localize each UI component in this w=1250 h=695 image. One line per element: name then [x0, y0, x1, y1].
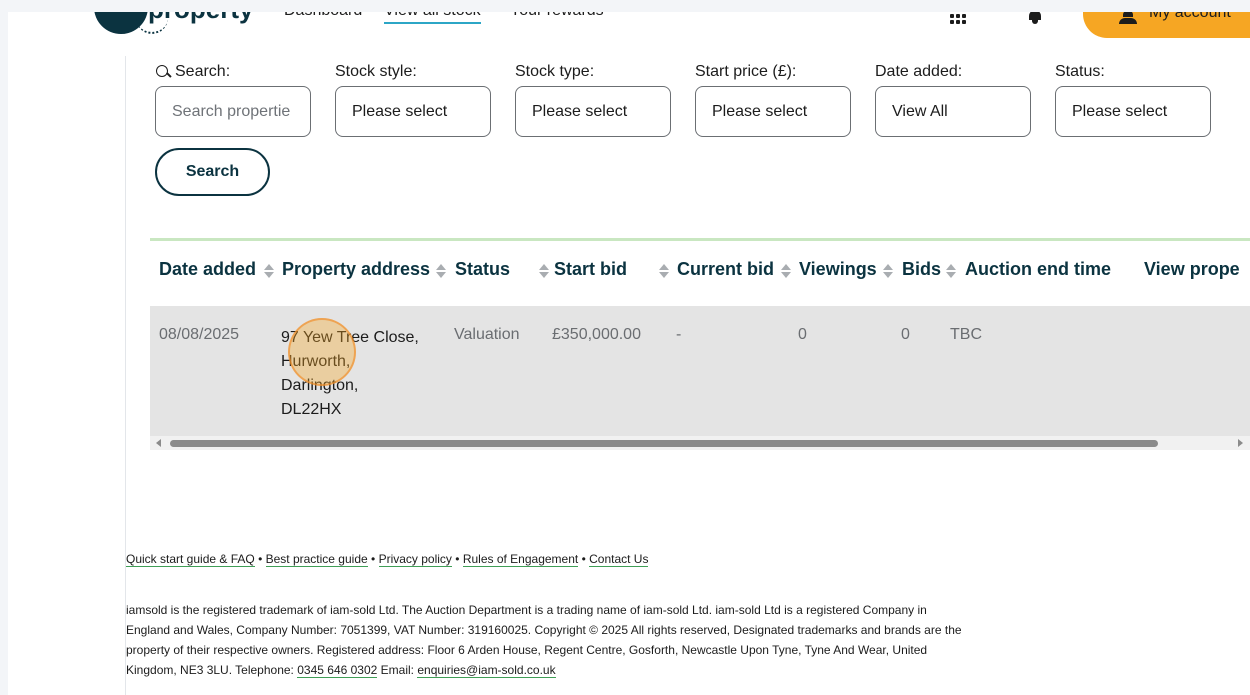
sort-property-address-icon[interactable] — [436, 264, 446, 280]
col-start-bid[interactable]: Start bid — [554, 259, 627, 280]
footer-link-contact[interactable]: Contact Us — [589, 552, 649, 567]
my-account-button[interactable]: My account — [1083, 12, 1250, 38]
notification-bell-icon[interactable] — [1026, 12, 1044, 24]
cell-start-bid: £350,000.00 — [552, 326, 641, 343]
telephone-link[interactable]: 0345 646 0302 — [297, 663, 378, 678]
footer-separator: • — [455, 552, 460, 566]
start-price-label: Start price (£): — [695, 63, 797, 80]
col-current-bid[interactable]: Current bid — [677, 259, 774, 280]
col-auction-end-time[interactable]: Auction end time — [965, 259, 1111, 280]
nav-your-rewards[interactable]: Your rewards — [510, 12, 604, 20]
filter-date-added: Date added: View All — [875, 62, 1031, 137]
col-date-added[interactable]: Date added — [159, 259, 256, 280]
email-link[interactable]: enquiries@iam-sold.co.uk — [417, 663, 556, 678]
sort-current-bid-icon[interactable] — [781, 264, 791, 280]
filter-stock-type: Stock type: Please select — [515, 62, 671, 137]
footer-separator: • — [371, 552, 376, 566]
address-line: DL22HX — [281, 401, 342, 418]
footer-link-faq[interactable]: Quick start guide & FAQ — [126, 552, 255, 567]
cell-viewings: 0 — [798, 326, 807, 343]
status-select[interactable]: Please select — [1055, 86, 1211, 137]
table-horizontal-scrollbar[interactable] — [150, 436, 1250, 450]
stock-style-label: Stock style: — [335, 63, 417, 80]
col-bids[interactable]: Bids — [902, 259, 941, 280]
click-highlight-indicator — [288, 318, 356, 386]
browser-viewport: property Dashboard View all stock Your r… — [8, 12, 1250, 695]
search-icon — [155, 64, 171, 80]
top-navigation: property Dashboard View all stock Your r… — [8, 12, 1250, 48]
col-status[interactable]: Status — [455, 259, 510, 280]
my-account-label: My account — [1149, 12, 1231, 21]
cell-date-added: 08/08/2025 — [159, 326, 240, 343]
stock-content: Search: Search propertie Stock style: Pl… — [125, 56, 1250, 695]
footer-links: Quick start guide & FAQ • Best practice … — [126, 552, 649, 567]
stock-style-select[interactable]: Please select — [335, 86, 491, 137]
stock-type-label: Stock type: — [515, 63, 595, 80]
sort-status-icon[interactable] — [539, 264, 549, 280]
scrollbar-thumb[interactable] — [170, 440, 1158, 447]
search-filter-label: Search: — [155, 62, 311, 82]
filter-stock-style: Stock style: Please select — [335, 62, 491, 137]
nav-view-all-stock[interactable]: View all stock — [384, 12, 481, 24]
scroll-right-arrow-icon[interactable] — [1238, 439, 1243, 447]
footer-link-best-practice[interactable]: Best practice guide — [265, 552, 368, 567]
nav-dashboard[interactable]: Dashboard — [284, 12, 362, 20]
cell-bids: 0 — [901, 326, 910, 343]
scroll-left-arrow-icon[interactable] — [156, 439, 161, 447]
col-property-address[interactable]: Property address — [282, 259, 430, 280]
date-added-label: Date added: — [875, 63, 963, 80]
stock-type-select[interactable]: Please select — [515, 86, 671, 137]
user-icon — [1119, 12, 1137, 24]
table-top-divider — [150, 238, 1250, 241]
filter-search: Search: Search propertie — [155, 62, 311, 137]
filter-start-price: Start price (£): Please select — [695, 62, 851, 137]
sort-date-added-icon[interactable] — [264, 264, 274, 280]
apps-grid-icon[interactable] — [950, 14, 968, 26]
date-added-select[interactable]: View All — [875, 86, 1031, 137]
legal-notice: iamsold is the registered trademark of i… — [126, 600, 966, 680]
legal-email-label: Email: — [377, 663, 418, 677]
sort-viewings-icon[interactable] — [883, 264, 893, 280]
sort-bids-icon[interactable] — [946, 264, 956, 280]
col-viewings[interactable]: Viewings — [799, 259, 877, 280]
footer-link-privacy[interactable]: Privacy policy — [378, 552, 452, 567]
footer-separator: • — [258, 552, 263, 566]
search-input[interactable]: Search propertie — [155, 86, 311, 137]
sort-start-bid-icon[interactable] — [659, 264, 669, 280]
filter-status: Status: Please select — [1055, 62, 1211, 137]
search-label-text: Search: — [175, 63, 231, 80]
cell-current-bid: - — [676, 326, 682, 343]
cell-status: Valuation — [454, 326, 520, 343]
footer-link-rules[interactable]: Rules of Engagement — [462, 552, 579, 567]
col-view-property: View prope — [1144, 259, 1240, 279]
footer-separator: • — [581, 552, 586, 566]
search-button[interactable]: Search — [155, 148, 270, 196]
status-label: Status: — [1055, 63, 1105, 80]
start-price-select[interactable]: Please select — [695, 86, 851, 137]
logo-text[interactable]: property — [148, 12, 253, 25]
cell-auction-end-time: TBC — [950, 326, 982, 343]
